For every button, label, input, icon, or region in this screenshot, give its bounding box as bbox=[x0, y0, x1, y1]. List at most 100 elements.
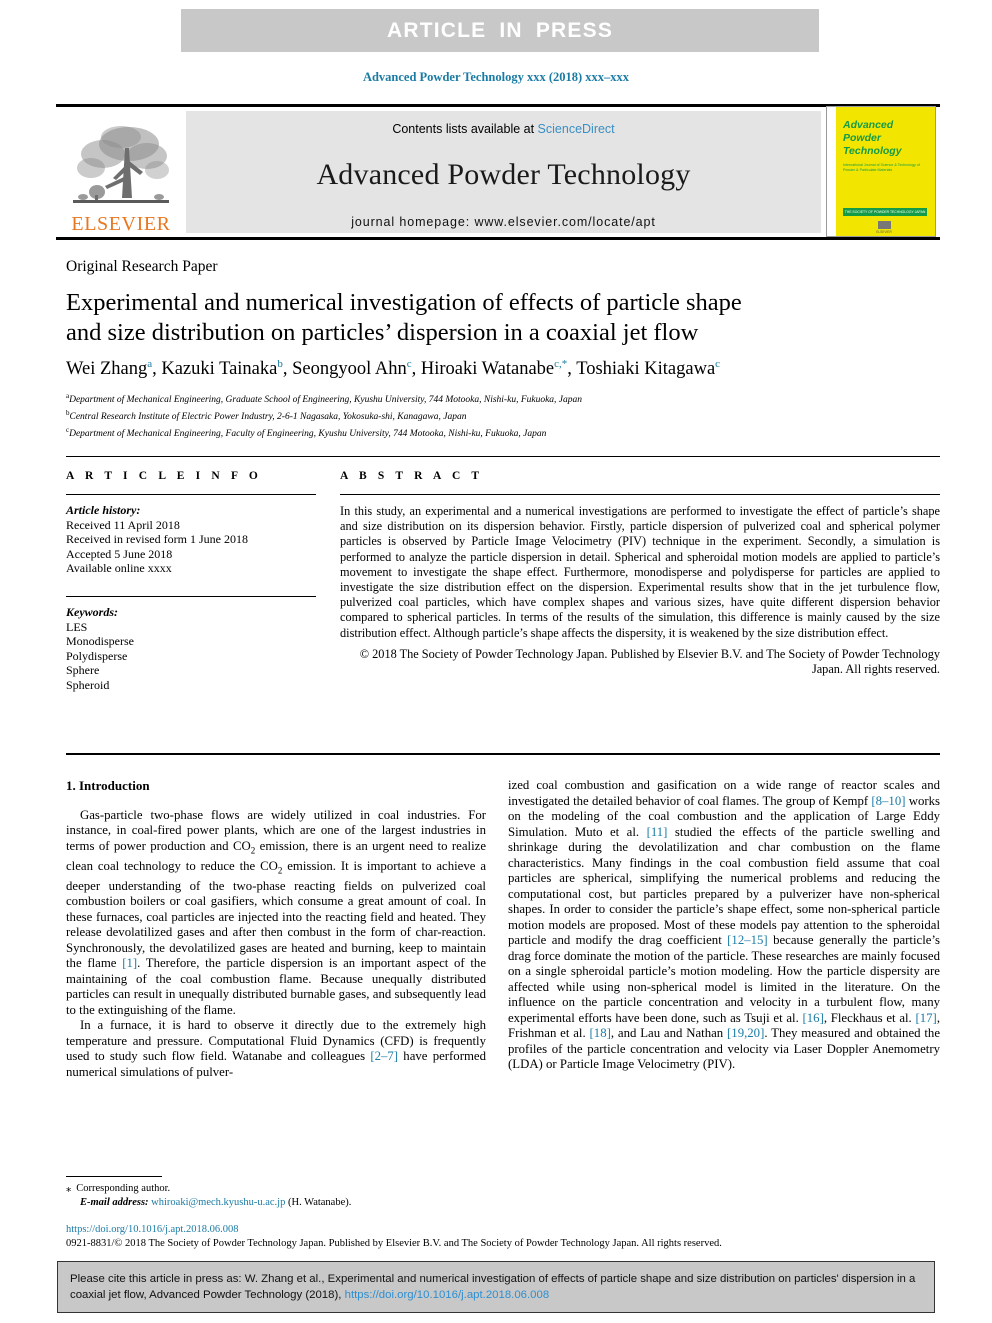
author-name: Seongyool Ahn bbox=[292, 359, 407, 380]
intro-paragraph-continued: ized coal combustion and gasification on… bbox=[508, 778, 940, 1073]
page-title: Experimental and numerical investigation… bbox=[66, 288, 906, 348]
keyword-item: Sphere bbox=[66, 663, 100, 678]
author-list: Wei Zhanga, Kazuki Tainakab, Seongyool A… bbox=[66, 352, 926, 381]
keyword-item: Polydisperse bbox=[66, 648, 128, 663]
abstract-divider bbox=[340, 494, 940, 495]
author-name: Toshiaki Kitagawa bbox=[576, 359, 716, 380]
citation-link[interactable]: [8–10] bbox=[871, 794, 905, 808]
citation-link[interactable]: [18] bbox=[590, 1026, 611, 1040]
article-type-label: Original Research Paper bbox=[66, 258, 218, 275]
cite-doi-link[interactable]: https://doi.org/10.1016/j.apt.2018.06.00… bbox=[345, 1289, 550, 1301]
intro-p1-part-c: emission. It is important to achieve a d… bbox=[66, 858, 486, 971]
author-affiliation-mark: c bbox=[715, 358, 721, 370]
article-history-group: Article history: Received 11 April 2018 … bbox=[66, 503, 316, 576]
footnote-block: ⁎ Corresponding author. E-mail address: w… bbox=[66, 1182, 486, 1210]
citation-link[interactable]: [12–15] bbox=[727, 933, 768, 947]
contents-available-line: Contents lists available at ScienceDirec… bbox=[186, 111, 821, 136]
article-info-divider bbox=[66, 494, 316, 495]
history-item: Received 11 April 2018 bbox=[66, 517, 180, 532]
journal-running-head: Advanced Powder Technology xxx (2018) xx… bbox=[362, 70, 630, 84]
citation-link[interactable]: [1] bbox=[122, 956, 137, 970]
body-column-right: ized coal combustion and gasification on… bbox=[508, 778, 940, 1073]
author-separator: , bbox=[411, 359, 421, 380]
abstract-copyright: © 2018 The Society of Powder Technology … bbox=[359, 646, 940, 677]
section-title-introduction: 1. Introduction bbox=[66, 778, 150, 793]
cover-title-line3: Technology bbox=[843, 145, 902, 157]
keyword-item: Monodisperse bbox=[66, 634, 134, 649]
masthead-bottom-rule bbox=[56, 237, 940, 240]
email-address-label: E-mail address: bbox=[80, 1197, 149, 1208]
journal-title: Advanced Powder Technology bbox=[316, 158, 691, 191]
author-separator: , bbox=[567, 359, 577, 380]
citation-link[interactable]: [19,20] bbox=[727, 1026, 764, 1040]
email-line: E-mail address: whiroaki@mech.kyushu-u.a… bbox=[66, 1196, 486, 1210]
abstract-body: In this study, an experimental and a num… bbox=[340, 504, 940, 640]
masthead-center-panel: Contents lists available at ScienceDirec… bbox=[186, 111, 821, 233]
citation-link[interactable]: [16] bbox=[803, 1011, 824, 1025]
history-item: Available online xxxx bbox=[66, 561, 172, 576]
doi-link[interactable]: https://doi.org/10.1016/j.apt.2018.06.00… bbox=[66, 1224, 238, 1235]
masthead-top-rule bbox=[56, 104, 940, 107]
asterisk-icon: ⁎ bbox=[66, 1183, 72, 1194]
cover-society-band: THE SOCIETY OF POWDER TECHNOLOGY JAPAN bbox=[843, 208, 927, 216]
journal-homepage-line[interactable]: journal homepage: www.elsevier.com/locat… bbox=[186, 215, 821, 229]
cover-title-line2: Powder bbox=[843, 132, 881, 144]
contents-prefix: Contents lists available at bbox=[392, 122, 538, 136]
intro-paragraph-1: Gas-particle two-phase flows are widely … bbox=[66, 808, 486, 1019]
keyword-item: LES bbox=[66, 619, 88, 634]
title-line-1: Experimental and numerical investigation… bbox=[66, 289, 742, 316]
author-separator: , bbox=[282, 359, 293, 380]
cover-publisher-block bbox=[877, 221, 891, 229]
elsevier-tree-icon bbox=[73, 126, 169, 203]
journal-cover-thumbnail: Advanced Powder Technology International… bbox=[826, 106, 936, 237]
article-history-label: Article history: bbox=[66, 503, 141, 517]
affiliation-item: cDepartment of Mechanical Engineering, F… bbox=[66, 424, 926, 441]
cover-title: Advanced Powder Technology bbox=[843, 119, 902, 158]
author-name: Wei Zhang bbox=[66, 359, 148, 380]
article-info-heading: A R T I C L E I N F O bbox=[66, 470, 262, 482]
history-item: Accepted 5 June 2018 bbox=[66, 546, 173, 561]
author-name: Kazuki Tainaka bbox=[161, 359, 278, 380]
affiliation-text: Department of Mechanical Engineering, Fa… bbox=[69, 428, 547, 439]
elsevier-logo: ELSEVIER bbox=[60, 110, 182, 234]
email-owner: (H. Watanabe). bbox=[287, 1197, 352, 1208]
affiliation-text: Central Research Institute of Electric P… bbox=[69, 411, 467, 422]
citation-link[interactable]: [17] bbox=[915, 1011, 936, 1025]
corresponding-author-line: ⁎ Corresponding author. bbox=[66, 1182, 486, 1196]
intro-right-part-c: studied the effects of the particle swel… bbox=[508, 824, 940, 948]
abstract-heading: A B S T R A C T bbox=[340, 470, 484, 482]
cover-spine bbox=[827, 107, 836, 236]
journal-masthead: ELSEVIER Contents lists available at Sci… bbox=[56, 104, 940, 240]
footnote-rule bbox=[66, 1176, 162, 1177]
issn-copyright-line: 0921-8831/© 2018 The Society of Powder T… bbox=[66, 1238, 722, 1249]
elsevier-wordmark: ELSEVIER bbox=[71, 213, 171, 235]
corresponding-author-text: Corresponding author. bbox=[76, 1183, 171, 1194]
keyword-item: Spheroid bbox=[66, 677, 110, 692]
history-item: Received in revised form 1 June 2018 bbox=[66, 532, 248, 547]
intro-right-part-g: , and Lau and Nathan bbox=[610, 1026, 728, 1040]
cover-publisher-name: ELSEVIER bbox=[876, 230, 892, 234]
affiliation-item: aDepartment of Mechanical Engineering, G… bbox=[66, 390, 926, 407]
affiliation-list: aDepartment of Mechanical Engineering, G… bbox=[66, 390, 926, 440]
citation-link[interactable]: [2–7] bbox=[370, 1049, 398, 1063]
cover-publisher-mark: ELSEVIER bbox=[873, 221, 895, 234]
cite-this-article-box: Please cite this article in press as: W.… bbox=[57, 1261, 935, 1313]
author-name: Hiroaki Watanabe bbox=[420, 359, 555, 380]
keywords-group: Keywords: LES Monodisperse Polydisperse … bbox=[66, 605, 316, 693]
cover-subtitle: International Journal of Science & Techn… bbox=[843, 163, 920, 172]
abstract-column: A B S T R A C T In this study, an experi… bbox=[340, 470, 940, 677]
author-separator: , bbox=[152, 359, 162, 380]
body-column-left: 1. Introduction Gas-particle two-phase f… bbox=[66, 778, 486, 1080]
intro-right-part-e: , Fleckhaus et al. bbox=[823, 1010, 916, 1025]
sciencedirect-link[interactable]: ScienceDirect bbox=[538, 122, 615, 136]
article-page: ARTICLE IN PRESS Advanced Powder Technol… bbox=[0, 0, 992, 1323]
citation-link[interactable]: [11] bbox=[647, 825, 668, 839]
article-in-press-label: ARTICLE IN PRESS bbox=[386, 18, 614, 42]
email-link[interactable]: whiroaki@mech.kyushu-u.ac.jp bbox=[151, 1197, 285, 1208]
author-affiliation-mark: c,* bbox=[554, 358, 568, 370]
article-info-column: A R T I C L E I N F O Article history: R… bbox=[66, 470, 316, 693]
affiliation-item: bCentral Research Institute of Electric … bbox=[66, 407, 926, 424]
title-line-2: and size distribution on particles’ disp… bbox=[66, 319, 699, 346]
cover-title-line1: Advanced bbox=[843, 119, 894, 131]
keywords-label: Keywords: bbox=[66, 604, 118, 619]
